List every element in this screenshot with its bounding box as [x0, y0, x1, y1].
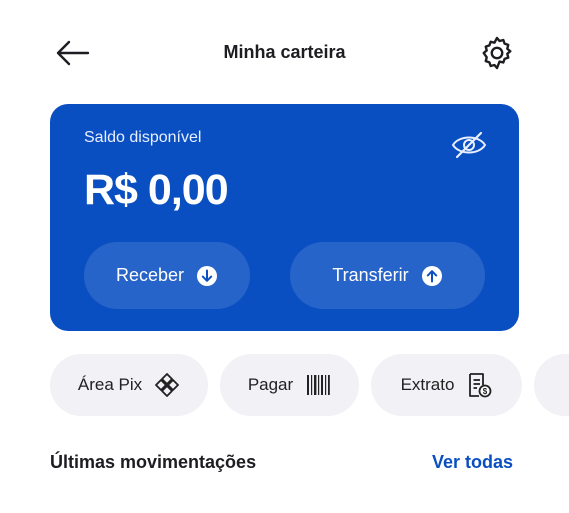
settings-button[interactable] [478, 34, 516, 72]
transfer-label: Transferir [332, 265, 409, 285]
shortcut-extrato[interactable]: Extrato $ [371, 354, 522, 416]
arrow-down-circle-icon [197, 265, 218, 286]
receive-label: Receber [115, 265, 185, 285]
header: Minha carteira [0, 0, 569, 108]
statement-icon: $ [469, 373, 492, 398]
see-all-link[interactable]: Ver todas [432, 452, 513, 473]
shortcut-chips: Área Pix Pagar Extrato $ [50, 354, 569, 416]
shortcut-pagar[interactable]: Pagar [220, 354, 359, 416]
transfer-button[interactable]: Transferir [290, 242, 485, 309]
recent-movements-title: Últimas movimentações [50, 452, 257, 472]
wallet-card: Saldo disponível R$ 0,00 Receber Transfe… [50, 104, 519, 331]
toggle-balance-visibility-button[interactable] [450, 128, 488, 162]
barcode-icon [307, 375, 330, 395]
shortcut-label: Extrato [400, 375, 455, 394]
shortcut-label: Pagar [247, 375, 294, 394]
eye-off-icon [451, 131, 487, 159]
arrow-up-circle-icon [421, 265, 442, 286]
shortcut-label: Área Pix [77, 375, 143, 394]
receive-button[interactable]: Receber [84, 242, 250, 309]
shortcut-more[interactable] [534, 354, 569, 416]
shortcut-area-pix[interactable]: Área Pix [50, 354, 208, 416]
pix-icon [155, 373, 180, 397]
svg-text:$: $ [483, 387, 488, 396]
balance-label: Saldo disponível [84, 129, 202, 146]
balance-value: R$ 0,00 [84, 166, 229, 214]
gear-icon [482, 36, 512, 70]
